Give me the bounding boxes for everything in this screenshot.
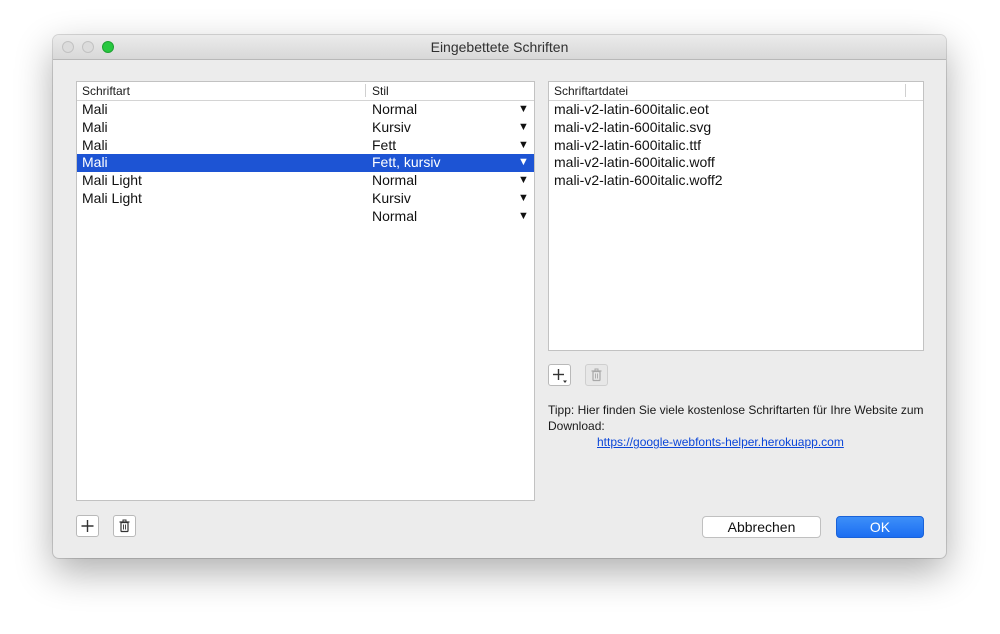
list-item[interactable]: mali-v2-latin-600italic.ttf xyxy=(549,137,923,155)
title-bar[interactable]: Eingebettete Schriften xyxy=(53,35,946,60)
style-cell[interactable]: Normal xyxy=(372,208,417,226)
table-row[interactable]: Mali Light Kursiv ▼ xyxy=(77,190,534,208)
column-header-style[interactable]: Stil xyxy=(372,84,389,98)
style-dropdown-icon[interactable]: ▼ xyxy=(518,137,529,155)
font-name-cell: Mali Light xyxy=(82,189,142,206)
column-header-file[interactable]: Schriftartdatei xyxy=(554,84,628,98)
trash-icon xyxy=(119,519,130,533)
plus-icon xyxy=(81,520,94,532)
window-title: Eingebettete Schriften xyxy=(430,39,569,55)
add-font-button[interactable] xyxy=(76,515,99,537)
style-cell[interactable]: Kursiv xyxy=(372,119,411,137)
webfonts-helper-link[interactable]: https://google-webfonts-helper.herokuapp… xyxy=(597,435,844,449)
dialog-window: Eingebettete Schriften Schriftart Stil M… xyxy=(53,35,946,558)
table-row[interactable]: Mali Fett ▼ xyxy=(77,137,534,155)
list-item[interactable]: mali-v2-latin-600italic.svg xyxy=(549,119,923,137)
font-name-cell: Mali Light xyxy=(82,172,142,189)
add-font-file-button[interactable] xyxy=(548,364,571,386)
style-cell[interactable]: Fett xyxy=(372,137,396,155)
fonts-table-header: Schriftart Stil xyxy=(77,82,534,101)
delete-font-file-button[interactable] xyxy=(585,364,608,386)
font-name-cell: Mali xyxy=(82,154,108,171)
trash-icon xyxy=(591,368,602,382)
fonts-table: Schriftart Stil Mali Normal ▼ Mali Kursi… xyxy=(76,81,535,501)
font-name-cell: Mali xyxy=(82,101,108,117)
style-dropdown-icon[interactable]: ▼ xyxy=(518,101,529,119)
column-divider[interactable] xyxy=(365,84,366,97)
font-name-cell: Mali xyxy=(82,118,108,135)
style-dropdown-icon[interactable]: ▼ xyxy=(518,172,529,190)
style-cell[interactable]: Normal xyxy=(372,172,417,190)
style-dropdown-icon[interactable]: ▼ xyxy=(518,208,529,226)
font-name-cell: Mali xyxy=(82,136,108,153)
cancel-button[interactable]: Abbrechen xyxy=(702,516,821,538)
list-item[interactable]: mali-v2-latin-600italic.eot xyxy=(549,101,923,119)
table-row[interactable]: Mali Kursiv ▼ xyxy=(77,119,534,137)
list-item[interactable]: mali-v2-latin-600italic.woff2 xyxy=(549,172,923,190)
font-files-table-header: Schriftartdatei xyxy=(549,82,923,101)
table-row[interactable]: Mali Normal ▼ xyxy=(77,101,534,119)
delete-font-button[interactable] xyxy=(113,515,136,537)
style-dropdown-icon[interactable]: ▼ xyxy=(518,190,529,208)
column-divider[interactable] xyxy=(905,84,906,97)
column-header-font[interactable]: Schriftart xyxy=(82,84,130,98)
style-dropdown-icon[interactable]: ▼ xyxy=(518,154,529,172)
table-row[interactable]: Normal ▼ xyxy=(77,208,534,226)
tip-text: Tipp: Hier finden Sie viele kostenlose S… xyxy=(548,403,924,433)
table-row-selected[interactable]: Mali Fett, kursiv ▼ xyxy=(77,154,534,173)
plus-dropdown-icon xyxy=(553,369,567,383)
style-dropdown-icon[interactable]: ▼ xyxy=(518,119,529,137)
style-cell[interactable]: Normal xyxy=(372,101,417,119)
font-files-table: Schriftartdatei mali-v2-latin-600italic.… xyxy=(548,81,924,351)
ok-button[interactable]: OK xyxy=(836,516,924,538)
list-item[interactable]: mali-v2-latin-600italic.woff xyxy=(549,154,923,172)
style-cell[interactable]: Fett, kursiv xyxy=(372,154,440,172)
style-cell[interactable]: Kursiv xyxy=(372,190,411,208)
table-row[interactable]: Mali Light Normal ▼ xyxy=(77,172,534,190)
